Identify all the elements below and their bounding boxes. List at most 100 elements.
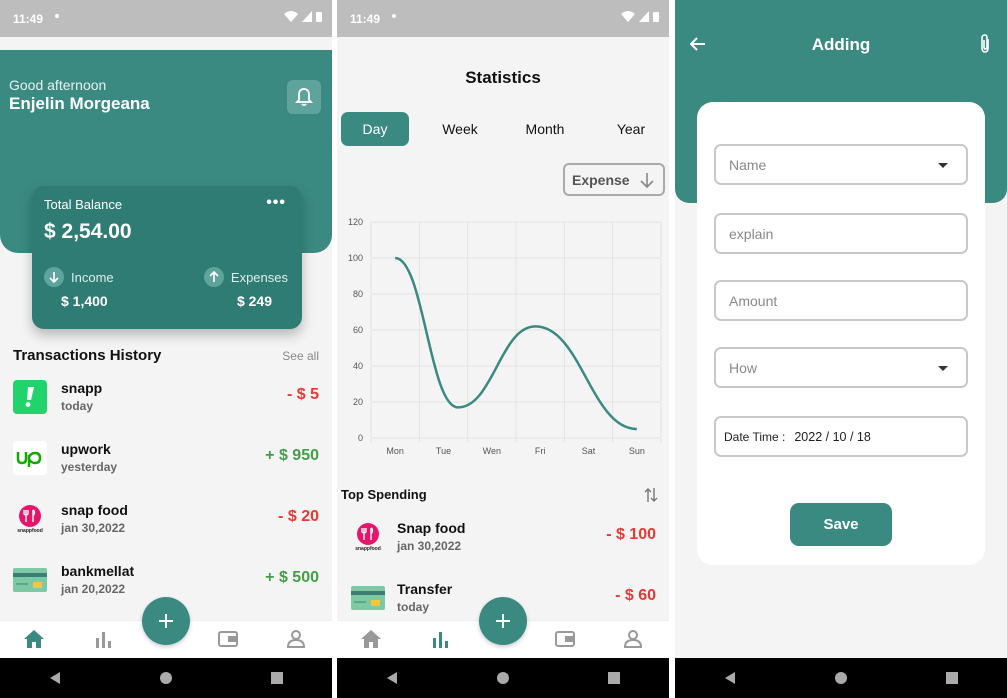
spending-name: Snap food — [397, 520, 466, 536]
transaction-name: upwork — [61, 441, 111, 457]
caret-down-icon — [938, 366, 948, 371]
y-tick-label: 100 — [348, 253, 363, 263]
status-bar: 11:49 — [337, 0, 669, 37]
stats-icon[interactable] — [432, 630, 450, 648]
explain-field[interactable]: explain — [714, 213, 968, 254]
amount-field[interactable]: Amount — [714, 280, 968, 321]
upwork-icon — [13, 441, 47, 475]
notification-dot — [55, 14, 59, 18]
battery-icon — [653, 12, 659, 22]
snapfood-icon: snappfood — [351, 520, 385, 554]
wallet-icon[interactable] — [218, 630, 238, 648]
y-tick-label: 80 — [353, 289, 363, 299]
arrow-down-icon — [44, 267, 64, 287]
spending-date: today — [397, 600, 430, 614]
x-tick-label: Sun — [629, 446, 645, 456]
status-bar: 11:49 — [0, 0, 332, 37]
transaction-row[interactable]: upwork yesterday + $ 950 — [0, 441, 332, 491]
expense-filter-value: Expense — [572, 171, 630, 188]
transaction-row[interactable]: snapp today - $ 5 — [0, 380, 332, 430]
see-all-link[interactable]: See all — [282, 349, 319, 363]
card-icon — [13, 563, 47, 597]
transaction-name: bankmellat — [61, 563, 135, 579]
tab-year[interactable]: Year — [597, 112, 665, 146]
x-tick-label: Mon — [386, 446, 404, 456]
android-nav-bar — [337, 658, 669, 698]
income-value: $ 1,400 — [61, 293, 108, 309]
date-time-field[interactable]: Date Time : 2022 / 10 / 18 — [714, 416, 968, 457]
y-tick-label: 0 — [358, 433, 363, 443]
date-time-value: 2022 / 10 / 18 — [794, 429, 871, 444]
status-icons — [621, 11, 659, 22]
y-tick-label: 40 — [353, 361, 363, 371]
transaction-amount: + $ 950 — [265, 447, 319, 464]
spending-amount: - $ 60 — [615, 587, 656, 604]
transaction-date: today — [61, 399, 94, 413]
wifi-icon — [284, 11, 298, 22]
page-title: Adding — [811, 35, 871, 54]
transaction-date: yesterday — [61, 460, 118, 474]
back-nav-icon[interactable] — [724, 672, 736, 684]
x-tick-label: Tue — [436, 446, 451, 456]
status-icons — [284, 11, 322, 22]
back-nav-icon[interactable] — [386, 672, 398, 684]
transactions-history-title: Transactions History — [13, 347, 162, 364]
profile-icon[interactable] — [287, 630, 305, 648]
transaction-row[interactable]: snappfood snap food jan 30,2022 - $ 20 — [0, 502, 332, 552]
back-nav-icon[interactable] — [49, 672, 61, 684]
profile-icon[interactable] — [624, 630, 642, 648]
plus-icon — [496, 614, 510, 628]
transaction-date: jan 30,2022 — [61, 521, 126, 535]
tab-week[interactable]: Week — [426, 112, 494, 146]
x-tick-label: Sat — [582, 446, 596, 456]
signal-icon — [639, 11, 649, 22]
tab-month[interactable]: Month — [511, 112, 579, 146]
expenses-label: Expenses — [230, 269, 288, 285]
sort-icon[interactable] — [644, 487, 658, 503]
stats-icon[interactable] — [95, 630, 113, 648]
recents-nav-icon[interactable] — [607, 672, 620, 684]
card-icon — [351, 581, 385, 615]
y-tick-label: 120 — [348, 217, 363, 227]
how-dropdown[interactable]: How — [714, 347, 968, 388]
arrow-up-icon — [203, 267, 224, 287]
period-tabs: Day Week Month Year — [341, 112, 665, 146]
android-nav-bar — [0, 658, 332, 698]
more-options-icon[interactable]: ••• — [266, 194, 286, 212]
recents-nav-icon[interactable] — [945, 672, 958, 684]
add-transaction-button[interactable] — [142, 597, 190, 645]
caret-down-icon — [938, 163, 948, 168]
home-nav-icon[interactable] — [159, 672, 172, 684]
greeting-text: Good afternoon — [9, 77, 107, 93]
tab-day[interactable]: Day — [341, 112, 409, 146]
wifi-icon — [621, 11, 635, 22]
spending-name: Transfer — [397, 581, 453, 597]
income-label-group: Income — [44, 267, 114, 287]
home-nav-icon[interactable] — [496, 672, 509, 684]
plus-icon — [159, 614, 173, 628]
status-time: 11:49 — [13, 12, 44, 26]
expenses-label-group: Expenses — [203, 267, 288, 287]
notification-dot — [392, 14, 396, 18]
home-screen: 11:49 Good afternoon Enjelin Morgeana To… — [0, 0, 332, 698]
home-icon[interactable] — [24, 630, 44, 648]
date-time-label: Date Time : — [724, 429, 786, 444]
recents-nav-icon[interactable] — [270, 672, 283, 684]
snapp-icon — [13, 380, 47, 414]
y-tick-label: 20 — [353, 397, 363, 407]
attachment-icon[interactable] — [979, 34, 991, 54]
home-nav-icon[interactable] — [834, 672, 847, 684]
save-button[interactable]: Save — [790, 503, 892, 546]
bell-icon — [295, 88, 313, 107]
signal-icon — [302, 11, 312, 22]
home-icon[interactable] — [361, 630, 381, 648]
notifications-button[interactable] — [287, 80, 321, 114]
income-label: Income — [71, 269, 114, 285]
wallet-icon[interactable] — [555, 630, 575, 648]
explain-placeholder: explain — [729, 225, 774, 242]
transaction-name: snap food — [61, 502, 128, 518]
expense-filter-select[interactable]: Expense — [563, 163, 665, 196]
add-transaction-button[interactable] — [479, 597, 527, 645]
top-spending-row[interactable]: snappfood Snap food jan 30,2022 - $ 100 — [337, 520, 669, 570]
name-dropdown[interactable]: Name — [714, 144, 968, 185]
